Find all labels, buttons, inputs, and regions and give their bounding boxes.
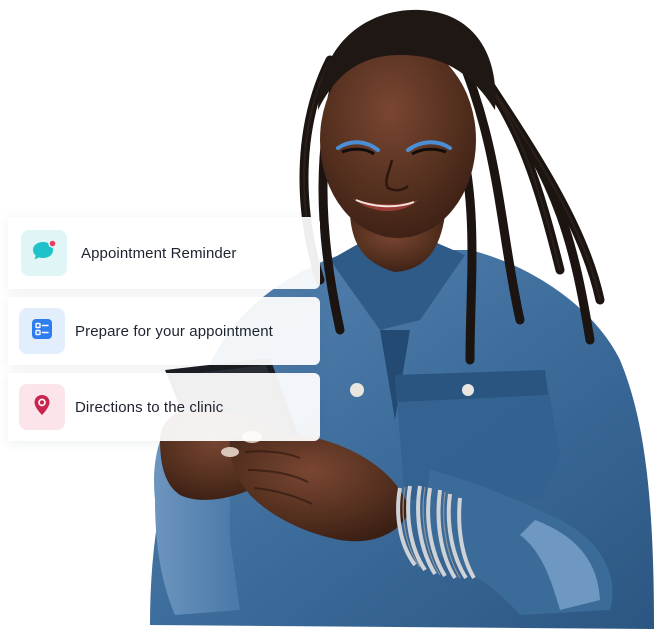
card-label: Directions to the clinic	[75, 398, 224, 416]
clinic-directions-card[interactable]: Directions to the clinic	[8, 373, 320, 441]
checklist-icon	[30, 317, 54, 346]
prepare-appointment-card[interactable]: Prepare for your appointment	[8, 297, 320, 365]
appointment-reminder-card[interactable]: Appointment Reminder	[8, 217, 320, 289]
icon-tile	[19, 384, 65, 430]
chat-bubble-notification-icon	[31, 238, 57, 268]
card-label: Prepare for your appointment	[75, 322, 273, 340]
icon-tile	[21, 230, 67, 276]
location-pin-icon	[30, 393, 54, 422]
hero-illustration: Appointment Reminder Prepare for your ap…	[0, 0, 654, 629]
icon-tile	[19, 308, 65, 354]
card-label: Appointment Reminder	[81, 244, 237, 262]
